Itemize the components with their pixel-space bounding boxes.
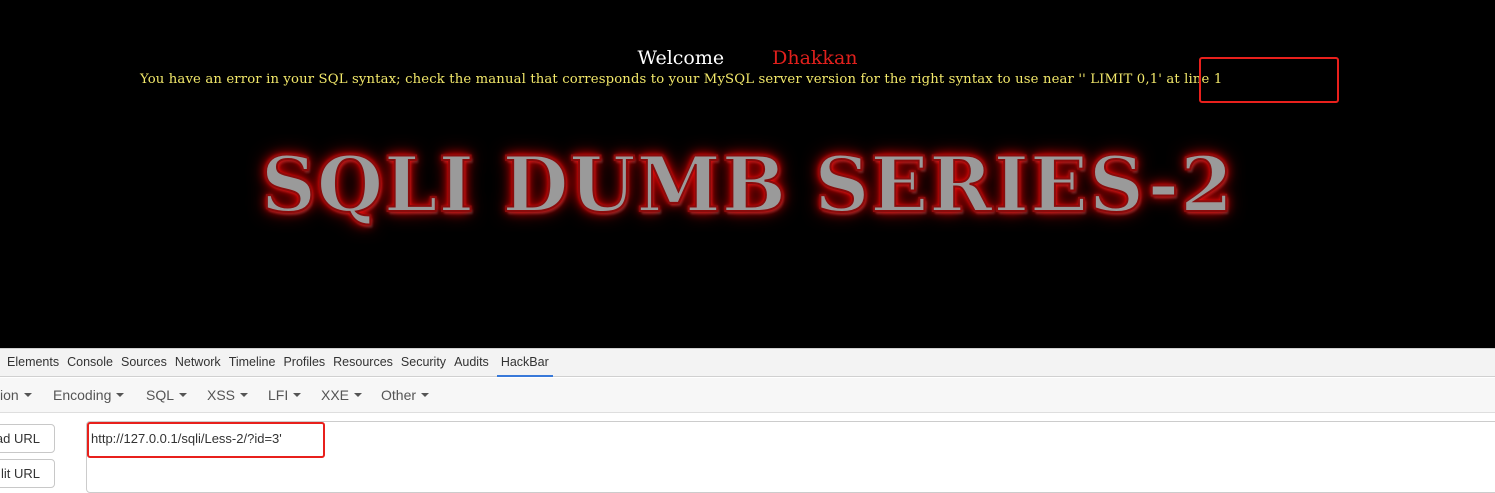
menu-label: SQL	[146, 387, 175, 403]
caret-down-icon	[179, 393, 188, 397]
tab-audits[interactable]: Audits	[454, 349, 497, 377]
tab-security[interactable]: Security	[401, 349, 454, 377]
series-banner: SQLI DUMB SERIES-2	[260, 139, 1235, 230]
tab-elements[interactable]: Elements	[7, 349, 67, 377]
menu-label: Other	[381, 387, 417, 403]
menu-lfi[interactable]: LFI	[268, 387, 302, 403]
caret-down-icon	[421, 393, 430, 397]
menu-xxe[interactable]: XXE	[321, 387, 363, 403]
user-name: Dhakkan	[772, 47, 858, 69]
tab-network[interactable]: Network	[175, 349, 229, 377]
tab-console[interactable]: Console	[67, 349, 121, 377]
menu-encryption[interactable]: ion	[0, 387, 32, 403]
tab-profiles[interactable]: Profiles	[283, 349, 333, 377]
tab-hackbar[interactable]: HackBar	[496, 349, 553, 377]
menu-xss[interactable]: XSS	[207, 387, 249, 403]
split-url-button[interactable]: lit URL	[0, 459, 55, 488]
caret-down-icon	[116, 393, 125, 397]
caret-down-icon	[293, 393, 302, 397]
hackbar-toolbar: ion Encoding SQL XSS LFI XXE Other	[0, 378, 1495, 413]
menu-label: Encoding	[53, 387, 112, 403]
tab-timeline[interactable]: Timeline	[229, 349, 284, 377]
devtools-panel: Elements Console Sources Network Timelin…	[0, 348, 1495, 493]
caret-down-icon	[354, 393, 363, 397]
menu-label: XSS	[207, 387, 236, 403]
menu-encoding[interactable]: Encoding	[53, 387, 125, 403]
url-highlight-box	[87, 422, 325, 458]
menu-other[interactable]: Other	[381, 387, 430, 403]
caret-down-icon	[23, 393, 32, 397]
devtools-tab-bar: Elements Console Sources Network Timelin…	[0, 349, 1495, 377]
menu-label: LFI	[268, 387, 289, 403]
web-page: Welcome Dhakkan You have an error in your…	[0, 0, 1495, 348]
tab-resources[interactable]: Resources	[333, 349, 401, 377]
load-url-button[interactable]: ad URL	[0, 424, 55, 453]
welcome-text: Welcome	[637, 47, 725, 69]
error-highlight-box	[1199, 57, 1339, 103]
sql-error-message: You have an error in your SQL syntax; ch…	[140, 72, 1223, 87]
menu-label: ion	[0, 387, 19, 403]
tab-sources[interactable]: Sources	[121, 349, 175, 377]
caret-down-icon	[240, 393, 249, 397]
menu-sql[interactable]: SQL	[146, 387, 188, 403]
menu-label: XXE	[321, 387, 350, 403]
